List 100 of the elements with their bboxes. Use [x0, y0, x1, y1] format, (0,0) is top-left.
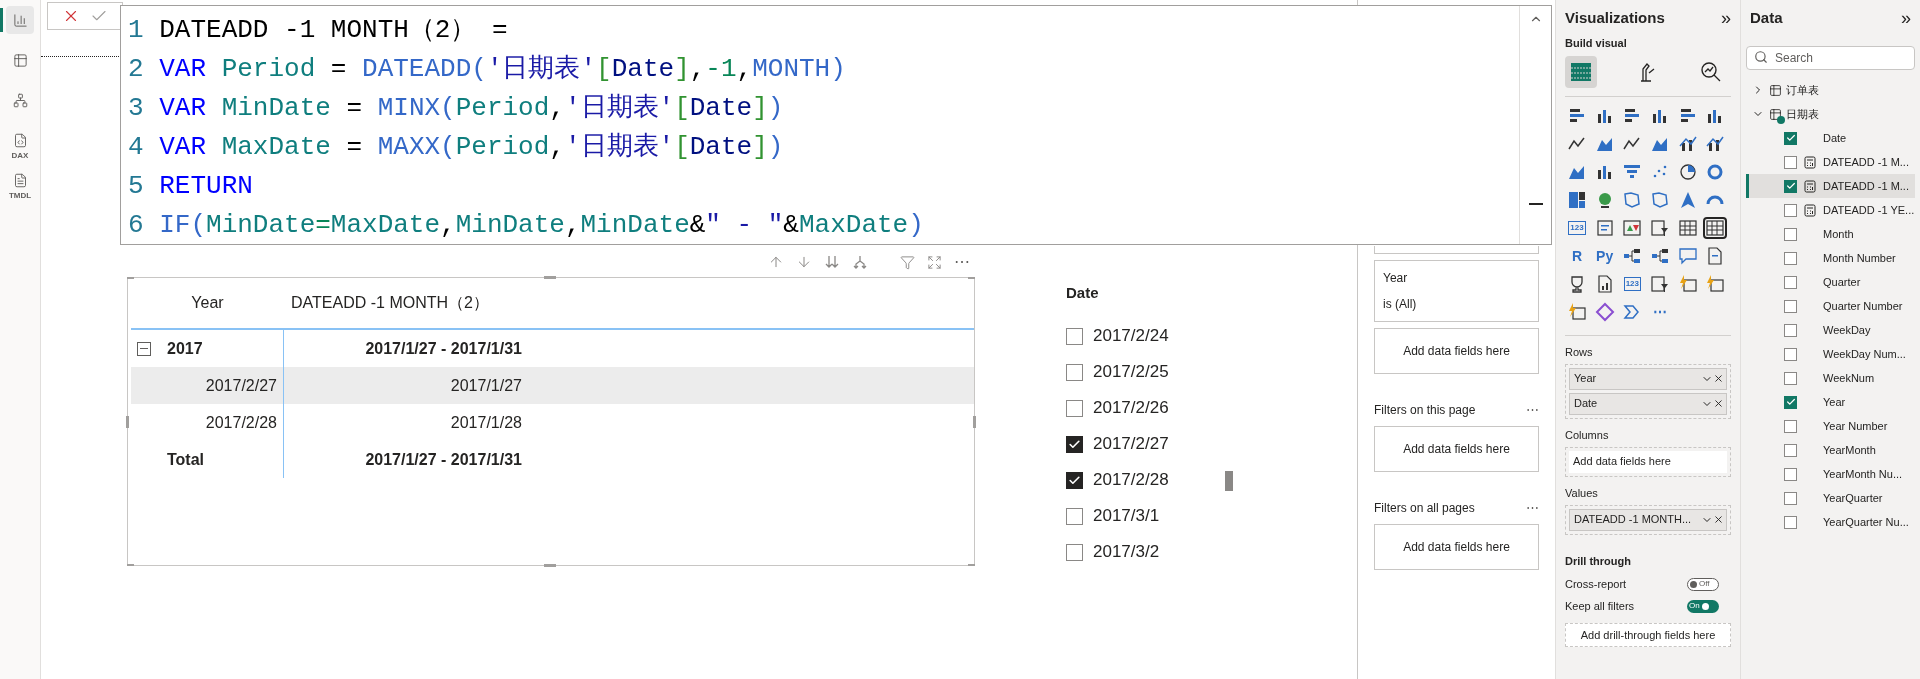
checkbox[interactable] [1066, 507, 1083, 525]
focus-mode-icon[interactable] [927, 254, 942, 270]
field-chip[interactable]: DATEADD -1 MONTH... [1569, 508, 1727, 531]
filter-field[interactable]: Year [1383, 269, 1530, 287]
add-fields-area[interactable]: Add data fields here [1374, 328, 1539, 374]
checkbox[interactable] [1784, 203, 1797, 217]
field-chip[interactable]: Date [1569, 392, 1727, 415]
checkbox[interactable] [1784, 251, 1797, 265]
field-item[interactable]: Year Number [1746, 414, 1915, 438]
table-cell-text: 2017/2/27 [205, 375, 277, 396]
checkbox[interactable] [1066, 399, 1083, 417]
checkbox[interactable] [1066, 543, 1083, 561]
field-item[interactable]: Month [1746, 222, 1915, 246]
visual-type-button[interactable] [1703, 216, 1728, 239]
table-name[interactable]: 日期表 [1786, 105, 1819, 123]
field-item[interactable]: Date [1746, 126, 1915, 150]
section-label: Build visual [1565, 36, 1628, 51]
visual-type-button[interactable]: 123 [1620, 272, 1645, 295]
list-icon [1594, 217, 1615, 238]
checkbox[interactable] [1784, 179, 1797, 193]
add-fields-area[interactable]: Add drill-through fields here [1565, 623, 1731, 647]
field-item[interactable]: YearMonth Nu... [1746, 462, 1915, 486]
field-item[interactable]: DATEADD -1 M... [1746, 150, 1915, 174]
slicer-item[interactable]: 2017/2/27 [1093, 431, 1169, 457]
toggle-switch[interactable]: Off [1687, 577, 1719, 591]
table-name[interactable]: 订单表 [1786, 81, 1819, 99]
field-item[interactable]: WeekDay Num... [1746, 342, 1915, 366]
resize-handle[interactable] [127, 277, 134, 279]
checkbox[interactable] [1784, 275, 1797, 289]
more-options-icon[interactable]: ⋯ [954, 254, 970, 270]
slicer-item[interactable]: 2017/2/26 [1093, 395, 1169, 421]
field-chip[interactable]: Year [1569, 367, 1727, 390]
field-item[interactable]: YearQuarter [1746, 486, 1915, 510]
calculator-icon [1804, 179, 1816, 193]
checkbox[interactable] [1066, 435, 1083, 453]
checkbox[interactable] [1784, 419, 1797, 433]
field-item[interactable]: WeekNum [1746, 366, 1915, 390]
double-arrow-down-icon[interactable] [824, 254, 840, 270]
toggle-switch[interactable]: On [1687, 599, 1719, 613]
checkbox[interactable] [1784, 131, 1797, 145]
checkbox[interactable] [1784, 227, 1797, 241]
column-header[interactable]: Year [131, 278, 284, 328]
checkbox[interactable] [1784, 347, 1797, 361]
visual-type-button[interactable]: 123 [1565, 216, 1589, 239]
collapse-pane-icon[interactable]: » [1901, 9, 1911, 27]
checkbox[interactable] [1784, 467, 1797, 481]
column-header[interactable]: DATEADD -1 MONTH（2） [284, 278, 528, 328]
visual-type-button[interactable]: Py [1592, 244, 1617, 267]
checkbox[interactable] [1784, 395, 1797, 409]
slicer-item[interactable]: 2017/3/1 [1093, 503, 1160, 529]
resize-handle[interactable] [968, 564, 975, 566]
checkbox[interactable] [1066, 363, 1083, 381]
search-field[interactable]: Search [1746, 46, 1915, 70]
resize-handle[interactable] [968, 277, 975, 279]
field-item[interactable]: Year [1746, 390, 1915, 414]
checkbox[interactable] [1066, 471, 1083, 489]
remove-icon[interactable] [1713, 398, 1724, 409]
table-cell-text: 2017/1/27 - 2017/1/31 [365, 449, 522, 470]
field-item[interactable]: DATEADD -1 YE... [1746, 198, 1915, 222]
checkbox[interactable] [1784, 323, 1797, 337]
visual-type-button[interactable]: ⋯ [1648, 300, 1672, 323]
resize-handle[interactable] [544, 564, 556, 567]
resize-handle[interactable] [973, 416, 976, 428]
checkbox[interactable] [1784, 443, 1797, 457]
checkbox[interactable] [1784, 491, 1797, 505]
field-item[interactable]: Month Number [1746, 246, 1915, 270]
visual-type-button[interactable]: R [1565, 244, 1589, 267]
scrollbar-thumb[interactable] [1225, 471, 1233, 491]
more-options-icon[interactable]: ⋯ [1526, 400, 1539, 420]
view-button[interactable] [6, 6, 34, 34]
add-fields-area[interactable]: Add data fields here [1569, 450, 1727, 473]
remove-icon[interactable] [1713, 373, 1724, 384]
collapse-pane-icon[interactable]: » [1721, 9, 1731, 27]
checkbox[interactable] [1784, 299, 1797, 313]
field-item[interactable]: Quarter Number [1746, 294, 1915, 318]
slicer-item[interactable]: 2017/3/2 [1093, 539, 1160, 565]
more-options-icon[interactable]: ⋯ [1526, 498, 1539, 518]
checkbox[interactable] [1784, 155, 1797, 169]
resize-handle[interactable] [127, 564, 134, 566]
collapse-icon[interactable] [137, 341, 151, 356]
remove-icon[interactable] [1713, 514, 1724, 525]
resize-handle[interactable] [544, 276, 556, 279]
field-item[interactable]: YearQuarter Nu... [1746, 510, 1915, 534]
add-fields-area[interactable]: Add data fields here [1374, 426, 1539, 472]
checkbox[interactable] [1784, 515, 1797, 529]
field-item[interactable]: WeekDay [1746, 318, 1915, 342]
field-item[interactable]: YearMonth [1746, 438, 1915, 462]
fork-arrow-icon[interactable] [852, 254, 868, 270]
field-item[interactable]: Quarter [1746, 270, 1915, 294]
slicer-item[interactable]: 2017/2/25 [1093, 359, 1169, 385]
slicer-item[interactable]: 2017/2/28 [1093, 467, 1169, 493]
add-fields-area[interactable]: Add data fields here [1374, 524, 1539, 570]
resize-handle[interactable] [126, 416, 129, 428]
checkbox[interactable] [1066, 327, 1083, 345]
filter-icon[interactable] [900, 254, 915, 270]
slicer-item[interactable]: 2017/2/24 [1093, 323, 1169, 349]
code-line: 5 RETURN [128, 170, 254, 203]
checkbox[interactable] [1784, 371, 1797, 385]
check-icon [1785, 181, 1796, 191]
field-item[interactable]: DATEADD -1 M... [1746, 174, 1915, 198]
